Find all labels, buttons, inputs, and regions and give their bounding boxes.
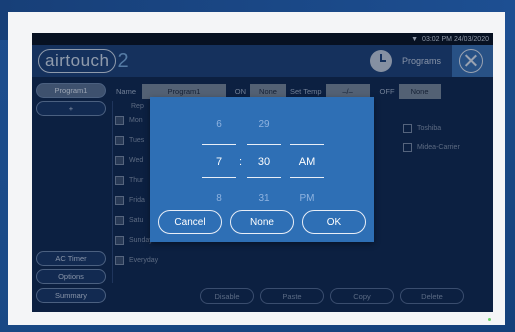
indicator-dot (488, 318, 491, 321)
ampm-selection-line-bottom (290, 177, 324, 178)
time-picker-dialog: 6 7 8 : 29 30 31 AM PM Cancel None OK (150, 97, 374, 242)
ampm-selected[interactable]: AM (290, 156, 324, 168)
cancel-button[interactable]: Cancel (158, 210, 222, 234)
minute-selection-line-bottom (247, 177, 281, 178)
hour-selection-line-top (202, 144, 236, 145)
ampm-selection-line-top (290, 144, 324, 145)
hour-selected[interactable]: 7 (202, 156, 236, 168)
ampm-next[interactable]: PM (290, 193, 324, 204)
none-button[interactable]: None (230, 210, 294, 234)
minute-selection-line-top (247, 144, 281, 145)
minute-prev[interactable]: 29 (247, 119, 281, 130)
hour-selection-line-bottom (202, 177, 236, 178)
minute-selected[interactable]: 30 (247, 156, 281, 168)
hour-next[interactable]: 8 (202, 193, 236, 204)
minute-next[interactable]: 31 (247, 193, 281, 204)
tablet-screen: ▼ 03:02 PM 24/03/2020 airtouch 2 Program… (32, 33, 493, 312)
ok-button[interactable]: OK (302, 210, 366, 234)
time-separator: : (239, 156, 243, 168)
hour-prev[interactable]: 6 (202, 119, 236, 130)
